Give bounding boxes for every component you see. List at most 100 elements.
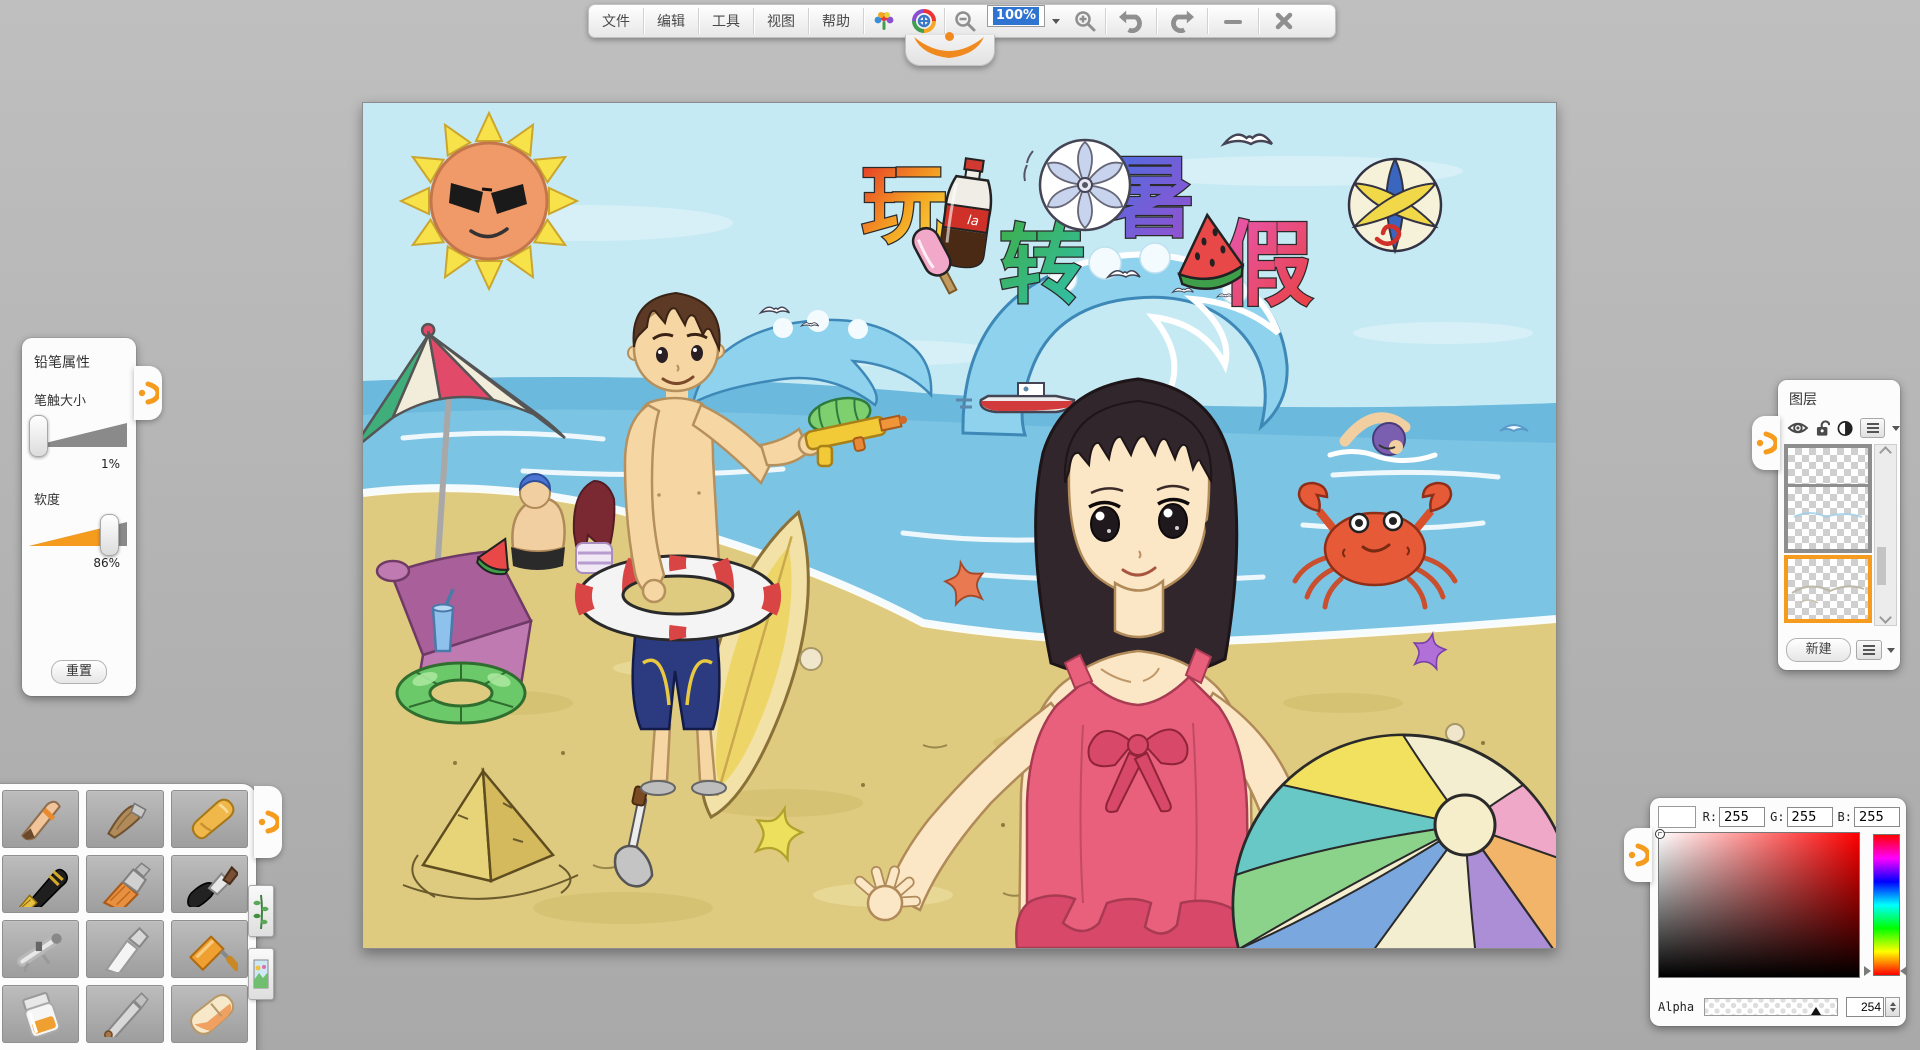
new-layer-button[interactable]: 新建 [1786,638,1851,662]
layer-item-3-active[interactable] [1788,559,1868,619]
current-color-swatch [1658,806,1696,828]
drawing-canvas[interactable]: 玩 转 暑 假 la [362,102,1557,949]
close-icon[interactable] [1259,5,1309,37]
tool-ink-brush[interactable] [171,855,248,913]
top-toolbar: 文件 编辑 工具 视图 帮助 [588,4,1336,38]
zoom-in-icon[interactable] [1065,5,1105,37]
green-swim-ring [397,663,525,723]
blue-label: B: [1838,810,1852,824]
tool-wood-pen[interactable] [86,790,163,848]
tool-paint-roller[interactable] [171,920,248,978]
zoom-dropdown-caret[interactable] [1047,5,1065,37]
sv-marker[interactable] [1655,829,1665,839]
brush-panel-collapse-handle[interactable] [254,786,282,858]
pencil-panel-collapse-handle[interactable] [134,366,162,420]
layer-menu-button[interactable] [1860,418,1885,438]
zoom-level-input[interactable]: 100% [987,5,1045,27]
alpha-spinner[interactable] [1885,997,1900,1017]
unlock-icon[interactable] [1816,419,1830,437]
plant-icon [253,891,269,931]
red-white-swim-ring [578,556,778,640]
tool-liner-knife[interactable] [86,985,163,1043]
tool-airbrush[interactable] [2,920,79,978]
brush-tools-panel [0,784,256,1050]
menu-file[interactable]: 文件 [589,5,643,37]
hue-marker-right[interactable] [1900,966,1907,976]
contrast-icon[interactable] [1837,420,1853,437]
brush-size-label: 笔触大小 [22,372,136,409]
green-label: G: [1770,810,1784,824]
pencil-panel-title: 铅笔属性 [22,338,136,372]
tool-fountain-pen[interactable] [2,855,79,913]
layers-bottom-menu-button[interactable] [1856,640,1882,660]
brush-size-value: 1% [22,455,136,471]
alpha-marker[interactable] [1811,1007,1821,1015]
softness-label: 软度 [22,471,136,508]
layer-3-sketch [1788,559,1866,619]
tool-palette-knife[interactable] [86,920,163,978]
layer-menu-caret[interactable] [1892,426,1900,431]
hue-marker-left[interactable] [1864,966,1871,976]
collapse-icon [1627,837,1649,873]
undo-icon[interactable] [1106,5,1156,37]
nose-dot-icon [945,32,954,41]
zoom-level-value: 100% [993,7,1039,25]
plant-brush-button[interactable] [248,885,274,937]
image-stamp-button[interactable] [248,948,274,1000]
dress-ruffle [1016,895,1251,948]
green-input[interactable] [1787,807,1833,827]
brush-size-slider[interactable] [29,415,129,455]
layer-item-2[interactable] [1788,484,1868,549]
cola-label: la [966,213,980,229]
layer-item-1[interactable] [1788,448,1868,484]
tool-pencil[interactable] [2,790,79,848]
menu-tools[interactable]: 工具 [699,5,753,37]
scroll-down-icon[interactable] [1879,611,1892,624]
layer-list [1784,444,1897,626]
small-beach-ball [1349,159,1441,251]
hue-bar[interactable] [1873,834,1900,976]
layers-panel-title: 图层 [1778,380,1900,409]
eye-icon[interactable] [1787,420,1809,436]
tool-eraser[interactable] [171,985,248,1043]
brush-size-slider-thumb[interactable] [29,415,48,457]
layers-panel-collapse-handle[interactable] [1752,416,1780,470]
collapse-icon [137,375,159,411]
pencil-properties-panel: 铅笔属性 笔触大小 1% 软度 86% 重置 [22,338,136,696]
red-input[interactable] [1719,807,1765,827]
reset-button[interactable]: 重置 [51,660,107,684]
tool-flat-brush[interactable] [86,855,163,913]
beach-artwork: 玩 转 暑 假 la [363,103,1556,948]
brush-grid [2,790,248,1043]
palette-face-right-eye-icon[interactable] [904,5,944,37]
palette-face-left-eye-icon[interactable] [864,5,904,37]
app-window: 文件 编辑 工具 视图 帮助 [0,0,1920,1050]
layer-2-sketch [1788,487,1866,549]
alpha-label: Alpha [1658,1000,1694,1014]
softness-slider-thumb[interactable] [100,514,119,556]
color-picker-panel: R: G: B: Alpha [1650,798,1906,1026]
saturation-value-area[interactable] [1658,832,1860,978]
layer-scrollbar[interactable] [1874,444,1897,626]
menu-help[interactable]: 帮助 [809,5,863,37]
menu-view[interactable]: 视图 [754,5,808,37]
title-char-2: 转 [999,216,1085,316]
collapse-icon [1755,425,1777,461]
alpha-slider[interactable] [1704,998,1838,1016]
minimize-icon[interactable] [1208,5,1258,37]
layers-bottom-menu-caret[interactable] [1887,648,1895,653]
color-panel-collapse-handle[interactable] [1624,828,1652,882]
tool-crayon[interactable] [171,790,248,848]
redo-icon[interactable] [1157,5,1207,37]
tool-paint-jar[interactable] [2,985,79,1043]
red-label: R: [1703,810,1717,824]
image-stamp-icon [253,954,269,994]
menu-edit[interactable]: 编辑 [644,5,698,37]
alpha-input[interactable] [1846,997,1884,1017]
collapse-icon [257,804,279,840]
scroll-up-icon[interactable] [1879,446,1892,459]
layers-panel: 图层 [1778,380,1900,670]
softness-slider[interactable] [29,514,129,554]
scrollbar-thumb[interactable] [1877,547,1886,585]
blue-input[interactable] [1854,807,1900,827]
